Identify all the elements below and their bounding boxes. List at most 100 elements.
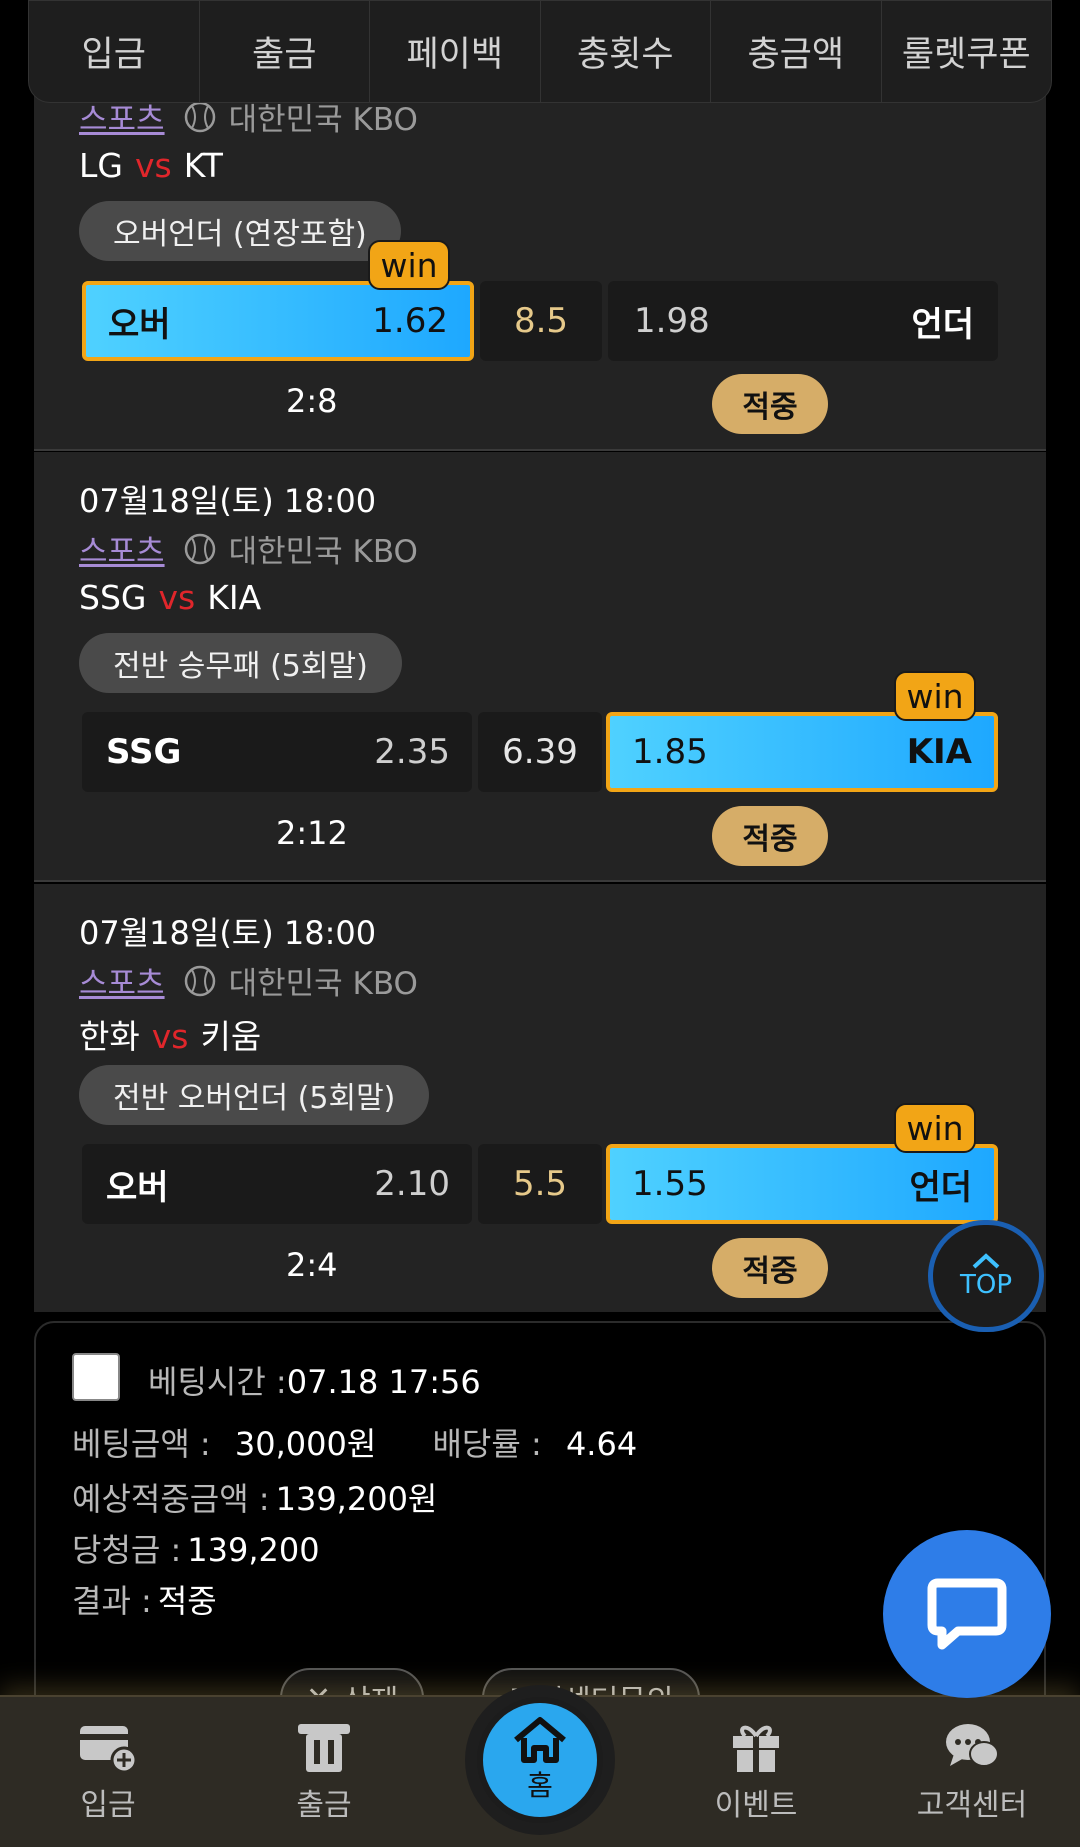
- nav-deposit[interactable]: 입금: [0, 1697, 216, 1847]
- expected-value: 139,200원: [275, 1480, 438, 1518]
- odd-left-label: 오버: [108, 304, 171, 345]
- chat-button[interactable]: [883, 1530, 1051, 1698]
- baseball-icon: [184, 101, 215, 132]
- prize-label: 당청금 :: [72, 1531, 182, 1569]
- nav-deposit-label: 입금: [80, 1788, 136, 1823]
- bet-time-line: 베팅시간 :07.18 17:56: [148, 1357, 481, 1403]
- result-badge: 적중: [712, 806, 828, 866]
- tab-charge-count[interactable]: 충횟수: [541, 1, 711, 102]
- nav-support-label: 고객센터: [916, 1788, 1028, 1823]
- result-badge: 적중: [712, 1238, 828, 1298]
- odd-left-value: 1.62: [372, 301, 448, 341]
- vs-label: vs: [158, 578, 196, 617]
- home-team: 한화: [79, 1017, 140, 1056]
- odd-left-button[interactable]: SSG 2.35: [82, 712, 472, 792]
- match-score: 2:4: [286, 1246, 338, 1284]
- prize-line: 당청금 :139,200: [72, 1525, 320, 1571]
- win-badge: win: [894, 1103, 976, 1153]
- odd-center-value: 6.39: [478, 712, 602, 792]
- scroll-top-button[interactable]: TOP: [928, 1220, 1044, 1332]
- bet-time-value: 07.18 17:56: [286, 1363, 481, 1401]
- odds-rate-value: 4.64: [565, 1425, 638, 1463]
- bet-card: 07월18일(토) 18:00 스포츠 대한민국 KBO 한화 vs 키움 전반 오…: [34, 884, 1046, 1312]
- category-sport-link[interactable]: 스포츠: [79, 958, 165, 1003]
- gift-icon: [733, 1725, 779, 1772]
- chat-dots-icon: [946, 1724, 999, 1767]
- nav-home[interactable]: 홈: [477, 1697, 603, 1823]
- tab-roulette-coupon[interactable]: 룰렛쿠폰: [882, 1, 1052, 102]
- odd-right-value: 1.85: [632, 732, 708, 772]
- odd-right-button[interactable]: 1.55 언더: [606, 1144, 998, 1224]
- odd-right-label: KIA: [906, 732, 972, 772]
- tab-deposit[interactable]: 입금: [29, 1, 200, 102]
- odd-center-value: 8.5: [480, 281, 602, 361]
- tab-charge-amount[interactable]: 충금액: [711, 1, 882, 102]
- match-score: 2:8: [286, 382, 338, 420]
- prize-value: 139,200: [187, 1531, 320, 1569]
- odd-left-value: 2.35: [374, 732, 450, 772]
- expected-line: 예상적중금액 :139,200원: [72, 1474, 437, 1520]
- nav-withdraw-label: 출금: [296, 1788, 352, 1823]
- top-label: TOP: [959, 1270, 1013, 1300]
- result-value: 적중: [157, 1582, 217, 1620]
- result-line: 결과 : 적중: [72, 1576, 217, 1622]
- odd-center-value: 5.5: [478, 1144, 602, 1224]
- nav-event[interactable]: 이벤트: [648, 1697, 864, 1847]
- odd-left-button[interactable]: 오버 2.10: [82, 1144, 472, 1224]
- away-team: KIA: [207, 578, 262, 617]
- odd-right-value: 1.55: [632, 1164, 708, 1204]
- odd-left-button[interactable]: 오버 1.62: [82, 281, 474, 361]
- home-icon: [514, 1717, 566, 1763]
- odd-right-label: 언더: [911, 304, 974, 345]
- vs-label: vs: [151, 1017, 189, 1056]
- match-date: 07월18일(토) 18:00: [79, 482, 377, 520]
- odd-right-label: 언더: [909, 1167, 972, 1208]
- nav-event-label: 이벤트: [714, 1788, 798, 1823]
- bet-time-label: 베팅시간 :: [148, 1363, 287, 1401]
- market-pill: 오버언더 (연장포함): [79, 201, 401, 261]
- match-title: 한화 vs 키움: [79, 1010, 261, 1058]
- win-badge: win: [368, 240, 450, 290]
- odd-right-value: 1.98: [634, 301, 710, 341]
- result-badge: 적중: [712, 374, 828, 434]
- odd-right-button[interactable]: 1.85 KIA: [606, 712, 998, 792]
- league-name: 대한민국 KBO: [228, 534, 418, 570]
- win-badge: win: [894, 671, 976, 721]
- vs-label: vs: [134, 146, 172, 185]
- league-name: 대한민국 KBO: [228, 966, 418, 1002]
- atm-icon: [298, 1724, 350, 1772]
- bet-amount-value: 30,000원: [234, 1425, 377, 1463]
- card-category: 스포츠 대한민국 KBO: [79, 958, 418, 1003]
- nav-home-label: 홈: [527, 1769, 553, 1802]
- top-tab-bar: 입금 출금 페이백 충횟수 충금액 룰렛쿠폰: [28, 0, 1052, 103]
- baseball-icon: [184, 533, 215, 564]
- match-title: SSG vs KIA: [79, 578, 261, 617]
- market-pill: 전반 승무패 (5회말): [79, 633, 402, 693]
- nav-withdraw[interactable]: 출금: [216, 1697, 432, 1847]
- bet-amount-line: 베팅금액 : 30,000원 배당률 : 4.64: [72, 1419, 637, 1465]
- bet-amount-label: 베팅금액 :: [72, 1425, 211, 1463]
- bet-card: 07월18일(토) 18:00 스포츠 대한민국 KBO SSG vs KIA 전반…: [34, 452, 1046, 882]
- nav-support[interactable]: 고객센터: [864, 1697, 1080, 1847]
- odds-rate-label: 배당률 :: [432, 1425, 542, 1463]
- away-team: 키움: [200, 1017, 262, 1056]
- odd-left-label: SSG: [106, 732, 182, 772]
- home-team: LG: [79, 146, 123, 185]
- tab-withdraw[interactable]: 출금: [200, 1, 370, 102]
- bet-card: 스포츠 대한민국 KBO LG vs KT 오버언더 (연장포함) 오버 1.62 …: [34, 60, 1046, 451]
- result-label: 결과 :: [72, 1582, 152, 1620]
- expected-label: 예상적중금액 :: [72, 1480, 270, 1518]
- tab-payback[interactable]: 페이백: [370, 1, 541, 102]
- category-sport-link[interactable]: 스포츠: [79, 526, 165, 571]
- away-team: KT: [183, 146, 223, 185]
- bet-summary: 베팅시간 :07.18 17:56 베팅금액 : 30,000원 배당률 : 4…: [34, 1321, 1046, 1741]
- chevron-up-icon: [972, 1253, 1000, 1269]
- chat-bubble-icon: [927, 1578, 1007, 1650]
- baseball-icon: [184, 965, 215, 996]
- match-title: LG vs KT: [79, 146, 223, 185]
- odd-left-label: 오버: [106, 1167, 169, 1208]
- odd-left-value: 2.10: [374, 1164, 450, 1204]
- odd-right-button[interactable]: 1.98 언더: [608, 281, 998, 361]
- card-category: 스포츠 대한민국 KBO: [79, 526, 418, 571]
- select-checkbox[interactable]: [72, 1353, 120, 1401]
